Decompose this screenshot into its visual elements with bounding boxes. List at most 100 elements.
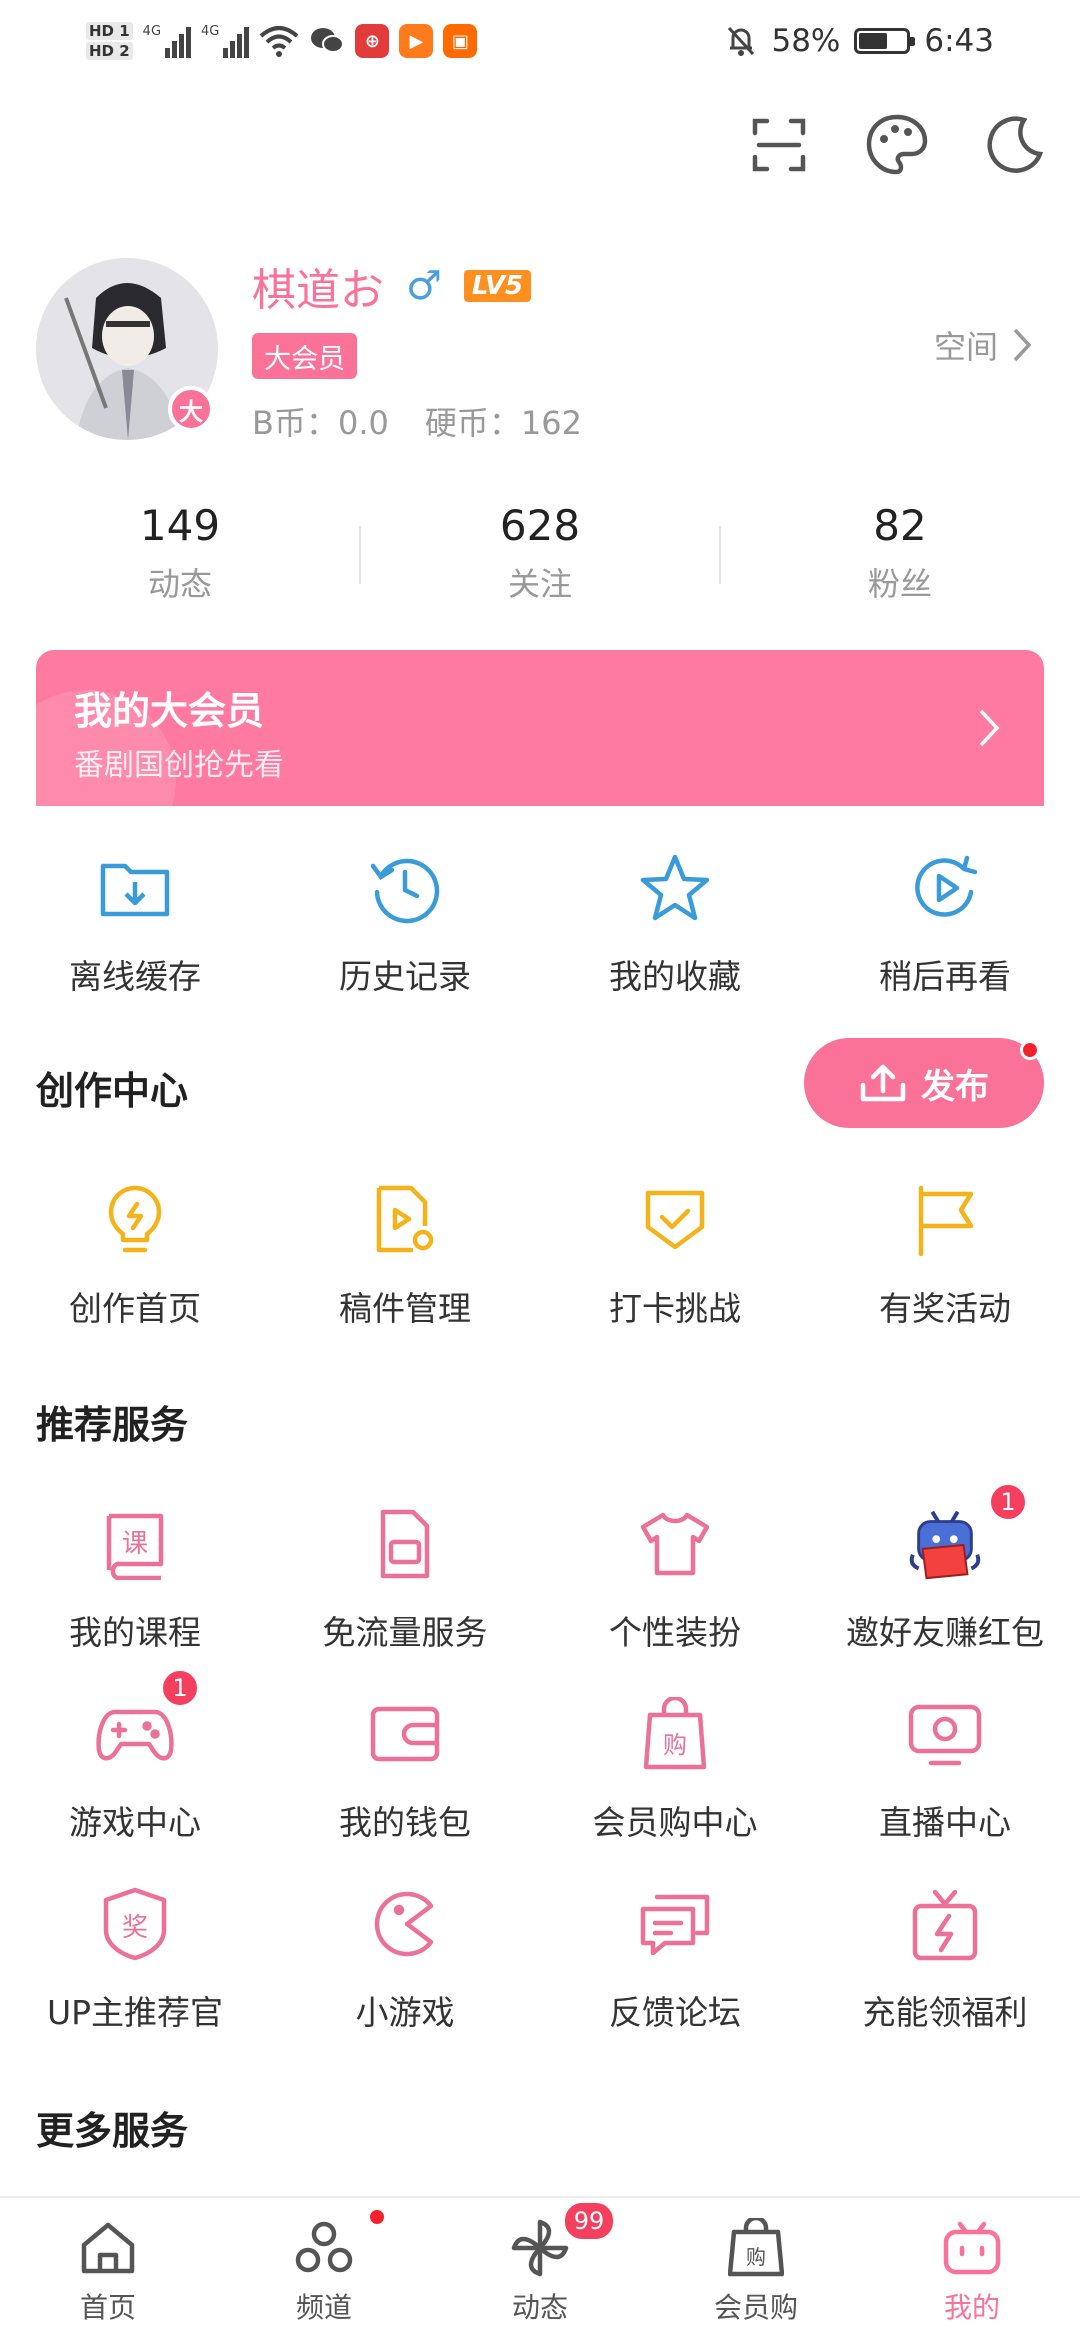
service-label: 我的钱包 — [339, 1803, 471, 1842]
moon-icon[interactable] — [980, 110, 1050, 180]
palette-icon[interactable] — [862, 110, 932, 180]
wechat-icon — [311, 28, 345, 53]
channel-icon — [292, 2216, 356, 2280]
service-mini-games[interactable]: 小游戏 — [270, 1884, 540, 2034]
svg-text:奖: 奖 — [122, 1913, 148, 1943]
tab-mine[interactable]: 我的 — [864, 2198, 1080, 2340]
gift-energy-icon — [905, 1884, 985, 1964]
tab-home[interactable]: 首页 — [0, 2198, 216, 2340]
service-label: 小游戏 — [355, 1993, 455, 2032]
app-notify-icon-1: ⊕ — [355, 24, 390, 58]
chevron-right-icon — [1013, 328, 1032, 362]
sim-indicator: HD 1 HD 2 — [86, 22, 133, 60]
service-up-recommender[interactable]: 奖 UP主推荐官 — [0, 1884, 270, 2034]
quick-action-label: 我的收藏 — [609, 957, 741, 996]
service-game-center[interactable]: 游戏中心 1 — [0, 1668, 270, 1844]
stat-dynamics[interactable]: 149 动态 — [0, 496, 360, 616]
level-badge: LV5 — [463, 270, 532, 302]
service-energy-rewards[interactable]: 充能领福利 — [810, 1884, 1080, 2034]
network-type-2: 4G — [201, 24, 220, 39]
checkin-icon — [635, 1180, 715, 1260]
chat-icon — [635, 1884, 715, 1964]
creation-rewards[interactable]: 有奖活动 — [810, 1180, 1080, 1330]
creation-label: 打卡挑战 — [609, 1289, 741, 1328]
vip-banner[interactable]: 我的大会员 番剧国创抢先看 — [36, 650, 1044, 806]
space-link[interactable]: 空间 — [934, 322, 1032, 368]
quick-action-history[interactable]: 历史记录 — [270, 848, 540, 998]
quick-action-favorites[interactable]: 我的收藏 — [540, 848, 810, 998]
quick-action-offline[interactable]: 离线缓存 — [0, 848, 270, 998]
scan-icon[interactable] — [744, 110, 814, 180]
service-label: UP主推荐官 — [46, 1993, 224, 2032]
stat-label: 粉丝 — [867, 565, 932, 603]
service-label: 反馈论坛 — [609, 1993, 741, 2032]
tab-dynamics[interactable]: 动态 99 — [432, 2198, 648, 2340]
service-feedback-forum[interactable]: 反馈论坛 — [540, 1884, 810, 2034]
b-coin-balance: B币：0.0 — [252, 404, 389, 442]
battery-icon — [854, 28, 916, 54]
service-live-center[interactable]: 直播中心 — [810, 1694, 1080, 1844]
service-free-data[interactable]: 免流量服务 — [270, 1504, 540, 1654]
stat-value: 149 — [139, 501, 221, 550]
mute-bell-icon — [728, 26, 755, 56]
divider — [359, 526, 361, 584]
tshirt-icon — [635, 1504, 715, 1584]
home-icon — [76, 2216, 140, 2280]
vip-tag[interactable]: 大会员 — [252, 333, 357, 379]
service-my-courses[interactable]: 课 我的课程 — [0, 1504, 270, 1654]
upload-icon — [860, 1064, 906, 1102]
service-label: 直播中心 — [879, 1803, 1011, 1842]
stat-followers[interactable]: 82 粉丝 — [720, 496, 1080, 616]
service-label: 游戏中心 — [69, 1803, 201, 1842]
stat-following[interactable]: 628 关注 — [360, 496, 720, 616]
creation-center-title: 创作中心 — [36, 1069, 189, 1113]
live-tv-icon — [905, 1694, 985, 1774]
tab-label: 我的 — [943, 2291, 1000, 2324]
stat-label: 关注 — [507, 565, 572, 603]
shopping-bag-icon: 购 — [635, 1694, 715, 1774]
creation-label: 稿件管理 — [339, 1289, 471, 1328]
publish-button[interactable]: 发布 — [804, 1038, 1044, 1128]
publish-notification-dot — [1020, 1040, 1040, 1060]
service-dress-up[interactable]: 个性装扮 — [540, 1504, 810, 1654]
recommended-title: 推荐服务 — [36, 1403, 189, 1447]
notification-badge: 1 — [160, 1668, 200, 1708]
service-label: 邀好友赚红包 — [846, 1613, 1044, 1652]
download-folder-icon — [95, 848, 175, 928]
tab-label: 会员购 — [713, 2291, 798, 2324]
quick-action-label: 历史记录 — [339, 957, 471, 996]
service-label: 会员购中心 — [592, 1803, 758, 1842]
tab-channel[interactable]: 频道 — [216, 2198, 432, 2340]
status-bar: HD 1 HD 2 4G 4G ⊕ ▶ ▣ 58% 6:43 — [0, 0, 1080, 84]
creation-manuscripts[interactable]: 稿件管理 — [270, 1180, 540, 1330]
space-link-label: 空间 — [933, 328, 998, 366]
creation-label: 创作首页 — [69, 1289, 201, 1328]
notification-badge: 1 — [988, 1482, 1028, 1522]
wifi-icon — [260, 26, 299, 57]
stat-value: 82 — [873, 501, 927, 550]
creation-checkin[interactable]: 打卡挑战 — [540, 1180, 810, 1330]
service-wallet[interactable]: 我的钱包 — [270, 1694, 540, 1844]
more-services-title: 更多服务 — [36, 2109, 189, 2153]
sim1-label: HD 1 — [86, 22, 133, 40]
svg-text:课: 课 — [122, 1529, 148, 1559]
bottom-tab-bar: 首页 频道 动态 99 购 会员购 我的 — [0, 2196, 1080, 2340]
signal-icon: 4G — [142, 24, 192, 58]
star-icon — [635, 848, 715, 928]
service-invite-friends[interactable]: 邀好友赚红包 1 — [810, 1482, 1080, 1654]
creation-home[interactable]: 创作首页 — [0, 1180, 270, 1330]
tab-shop[interactable]: 购 会员购 — [648, 2198, 864, 2340]
service-label: 我的课程 — [69, 1613, 201, 1652]
hard-coin-balance: 硬币：162 — [424, 404, 582, 442]
tab-label: 频道 — [295, 2291, 352, 2324]
notification-badge: 99 — [562, 2200, 616, 2242]
service-label: 充能领福利 — [862, 1993, 1028, 2032]
service-shop-center[interactable]: 购 会员购中心 — [540, 1694, 810, 1844]
tab-label: 动态 — [511, 2291, 568, 2324]
quick-action-watch-later[interactable]: 稍后再看 — [810, 848, 1080, 998]
username[interactable]: 棋道お — [252, 254, 384, 318]
gamepad-icon — [95, 1694, 175, 1774]
sim2-label: HD 2 — [86, 42, 133, 60]
vip-banner-title: 我的大会员 — [74, 689, 265, 733]
network-type-1: 4G — [142, 24, 162, 39]
